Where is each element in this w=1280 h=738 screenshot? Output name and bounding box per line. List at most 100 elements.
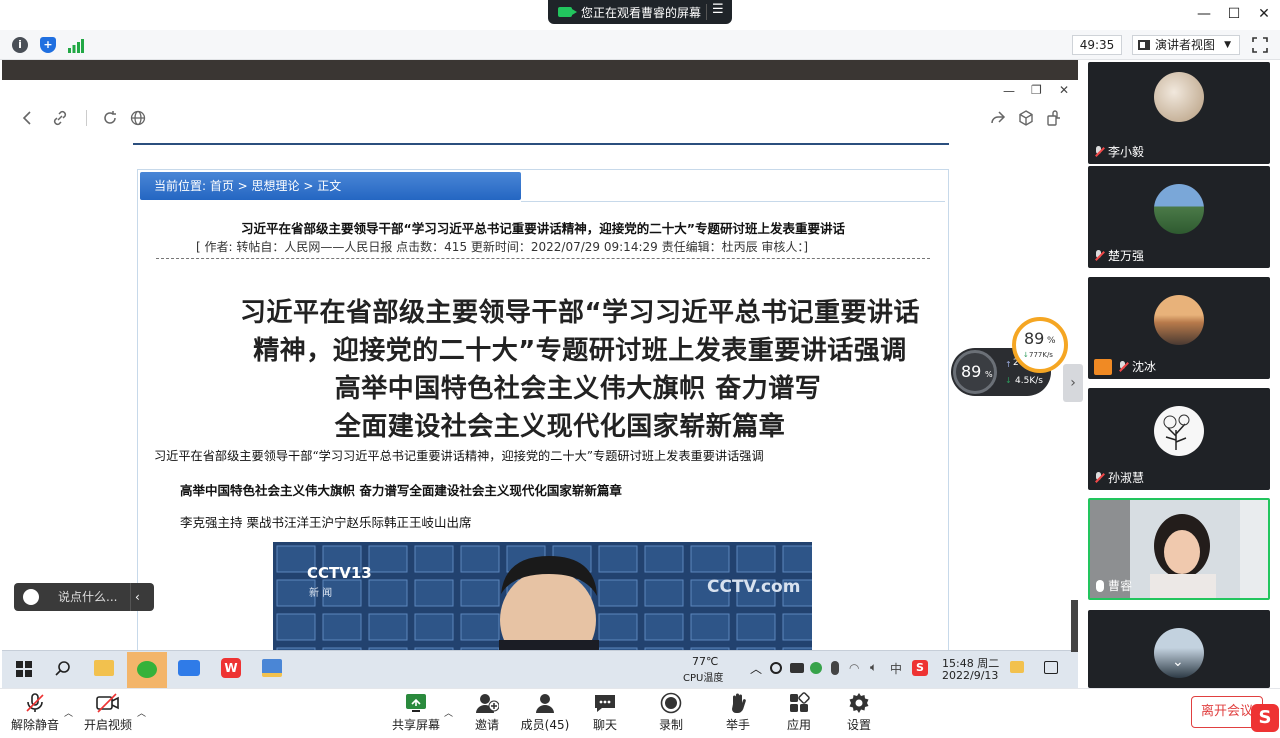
participant-tile[interactable]: ⌄ [1088, 610, 1270, 688]
cube-icon[interactable] [1018, 110, 1034, 130]
speed-gauge[interactable]: 89 % ↓ 777K/s [1012, 317, 1068, 373]
sogou-ime-icon[interactable]: S [1251, 704, 1279, 732]
globe-icon[interactable] [130, 110, 146, 130]
avatar [1154, 406, 1204, 456]
chevron-down-icon: ▼ [1224, 40, 1231, 50]
tray-app-icon[interactable] [1010, 661, 1024, 673]
maximize-button[interactable]: ☐ [1222, 4, 1246, 24]
chevron-down-icon[interactable]: ⌄ [1172, 654, 1184, 670]
article-subheading: 高举中国特色社会主义伟大旗帜 奋力谱写全面建设社会主义现代化国家崭新篇章 [180, 483, 622, 498]
headline-line: 精神，迎接党的二十大”专题研讨班上发表重要讲话强调 [253, 336, 907, 366]
avatar [1154, 72, 1204, 122]
mic-muted-icon [1094, 145, 1104, 158]
divider [521, 201, 945, 202]
divider [86, 110, 87, 126]
start-video-button[interactable]: 开启视频 [73, 692, 143, 733]
menu-icon[interactable]: ☰ [712, 2, 724, 17]
gauge-percent: 89 [1024, 329, 1045, 348]
avatar [1154, 628, 1204, 678]
clock-date[interactable]: 2022/9/13 [942, 669, 998, 682]
info-icon[interactable]: i [12, 37, 28, 53]
shield-icon[interactable]: + [40, 37, 56, 53]
article-paragraph: 习近平在省部级主要领导干部“学习习近平总书记重要讲话精神，迎接党的二十大”专题研… [154, 449, 764, 463]
scrollbar[interactable] [1071, 600, 1078, 652]
ime-indicator[interactable]: 中 [890, 660, 902, 677]
hand-icon [703, 692, 773, 714]
download-arrow-icon: ↓ [1023, 351, 1029, 359]
extension-icon[interactable] [1046, 110, 1062, 130]
participant-video-tile[interactable]: 曹睿 [1088, 498, 1270, 600]
settings-button[interactable]: 设置 [824, 692, 894, 733]
participant-tile[interactable]: 沈冰 [1088, 277, 1270, 379]
divider [156, 258, 930, 259]
file-explorer-icon[interactable] [94, 660, 114, 676]
shared-restore-icon[interactable]: ❐ [1031, 83, 1042, 97]
divider [706, 4, 707, 20]
participant-tile[interactable]: 楚万强 [1088, 166, 1270, 268]
cpu-usage-value: 89 [961, 362, 982, 381]
participant-tile[interactable]: 孙淑慧 [1088, 388, 1270, 490]
participant-tile[interactable]: 李小毅 [1088, 62, 1270, 164]
signal-bars-icon[interactable] [68, 38, 84, 53]
avatar [1154, 295, 1204, 345]
shared-minimize-icon[interactable]: — [1003, 84, 1015, 98]
link-icon[interactable] [52, 110, 68, 130]
notification-icon[interactable] [1044, 661, 1058, 674]
collapse-panel-handle[interactable]: › [1063, 364, 1083, 402]
shared-close-icon[interactable]: ✕ [1059, 83, 1069, 97]
participant-name: 楚万强 [1108, 249, 1145, 263]
percent-sign: % [985, 370, 993, 379]
minimize-button[interactable]: — [1192, 4, 1216, 24]
quick-chat-input[interactable]: 说点什么... ‹ [14, 583, 154, 611]
fullscreen-icon[interactable] [1252, 37, 1268, 53]
unmute-button[interactable]: 解除静音 [0, 692, 70, 733]
chevron-up-icon[interactable]: ︿ [750, 660, 762, 677]
share-screen-button[interactable]: 共享屏幕 [381, 692, 451, 733]
view-mode-dropdown[interactable]: 演讲者视图 ▼ [1132, 35, 1240, 55]
tencent-meeting-icon[interactable] [178, 660, 200, 676]
search-icon[interactable] [55, 661, 71, 681]
tray-app-icon[interactable] [790, 663, 804, 673]
divider [130, 583, 131, 611]
breadcrumb[interactable]: 当前位置: 首页 > 思想理论 > 正文 [140, 172, 521, 200]
network-tray-icon[interactable]: ◠ [849, 661, 859, 675]
windows-start-icon[interactable] [16, 661, 32, 681]
settings-label: 设置 [846, 718, 871, 732]
wechat-app-highlight[interactable] [127, 652, 167, 688]
collapse-chevron-icon[interactable]: ‹ [135, 583, 140, 611]
participant-name: 沈冰 [1132, 360, 1157, 374]
record-tray-icon[interactable] [770, 662, 782, 674]
cpu-temperature-label: CPU温度 [683, 673, 724, 684]
tray-app-icon[interactable] [810, 662, 822, 674]
participant-name-row: 曹睿 [1096, 577, 1132, 594]
cctv13-logo-sub: 新 闻 [309, 588, 333, 599]
raise-hand-label: 举手 [725, 718, 750, 732]
meeting-timer: 49:35 [1072, 35, 1122, 55]
video-camera-icon [558, 7, 577, 17]
microphone-tray-icon[interactable] [831, 661, 839, 675]
chat-button[interactable]: 聊天 [570, 692, 640, 733]
percent-sign: % [1047, 336, 1056, 346]
sogou-ime-icon[interactable]: S [912, 660, 928, 676]
cpu-temperature: 77℃ [692, 655, 719, 668]
emoji-icon[interactable] [23, 589, 39, 605]
sharing-banner[interactable]: 您正在观看曹睿的屏幕 ☰ [548, 0, 732, 24]
share-icon[interactable] [990, 110, 1006, 130]
refresh-icon[interactable] [102, 110, 118, 130]
chevron-up-icon[interactable]: ︿ [64, 706, 73, 719]
host-badge-icon [1094, 358, 1112, 375]
raise-hand-button[interactable]: 举手 [703, 692, 773, 733]
mic-muted-icon [0, 692, 70, 714]
close-button[interactable]: ✕ [1252, 4, 1276, 24]
participant-name: 李小毅 [1108, 145, 1145, 159]
back-icon[interactable] [20, 110, 34, 130]
headline-line: 习近平在省部级主要领导干部“学习习近平总书记重要讲话 [239, 298, 921, 328]
volume-tray-icon[interactable]: 🔈︎ [870, 660, 877, 675]
record-button[interactable]: 录制 [636, 692, 706, 733]
mic-muted-icon [1094, 249, 1104, 262]
download-arrow-icon: ↓ [1005, 376, 1012, 385]
app-icon[interactable] [262, 659, 282, 677]
wps-icon[interactable]: W [221, 658, 241, 678]
participant-name-row: 李小毅 [1094, 143, 1144, 160]
chevron-up-icon[interactable]: ︿ [137, 706, 146, 719]
